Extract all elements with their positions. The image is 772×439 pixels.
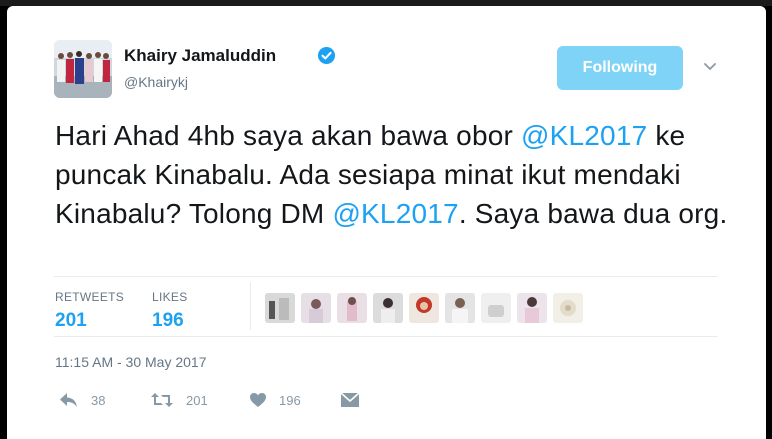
- tweet-text-segment: . Saya bawa dua org.: [458, 198, 728, 229]
- divider: [54, 276, 718, 277]
- liker-avatar[interactable]: [409, 293, 439, 323]
- liker-avatar[interactable]: [301, 293, 331, 323]
- divider: [54, 336, 718, 337]
- liker-avatar[interactable]: [445, 293, 475, 323]
- liker-avatar[interactable]: [265, 293, 295, 323]
- liker-avatar[interactable]: [373, 293, 403, 323]
- liker-avatar[interactable]: [481, 293, 511, 323]
- like-count: 196: [279, 392, 301, 408]
- likes-label: LIKES: [152, 290, 188, 304]
- envelope-icon: [340, 392, 360, 408]
- retweets-label: RETWEETS: [55, 290, 125, 304]
- likes-count: 196: [152, 310, 184, 331]
- reply-count: 38: [91, 392, 106, 408]
- user-handle[interactable]: @Khairykj: [124, 74, 188, 90]
- heart-icon: [249, 392, 267, 408]
- reply-button[interactable]: 38: [59, 392, 105, 408]
- retweet-icon: [150, 392, 174, 408]
- direct-message-button[interactable]: [340, 392, 360, 408]
- tweet-text-segment: Hari Ahad 4hb saya akan bawa obor: [55, 120, 521, 151]
- stats-separator: [250, 282, 251, 330]
- like-button[interactable]: 196: [249, 392, 301, 408]
- liker-avatar[interactable]: [553, 293, 583, 323]
- mention-link[interactable]: @KL2017: [521, 120, 647, 151]
- liker-avatars: [265, 293, 583, 323]
- likes-stat[interactable]: LIKES 196: [152, 290, 188, 332]
- liker-avatar[interactable]: [517, 293, 547, 323]
- retweet-button[interactable]: 201: [150, 392, 208, 408]
- tweet-timestamp[interactable]: 11:15 AM - 30 May 2017: [55, 354, 207, 370]
- retweets-stat[interactable]: RETWEETS 201: [55, 290, 124, 332]
- tweet-card: Khairy Jamaluddin @Khairykj Following Ha…: [7, 6, 766, 439]
- reply-icon: [59, 392, 79, 408]
- tweet-text: Hari Ahad 4hb saya akan bawa obor @KL201…: [55, 116, 735, 233]
- user-name[interactable]: Khairy Jamaluddin: [124, 46, 276, 66]
- liker-avatar[interactable]: [337, 293, 367, 323]
- mention-link[interactable]: @KL2017: [332, 198, 458, 229]
- avatar[interactable]: [54, 40, 112, 98]
- retweet-count: 201: [186, 392, 208, 408]
- verified-badge-icon: [317, 46, 336, 65]
- chevron-down-icon[interactable]: [702, 58, 718, 74]
- retweets-count: 201: [55, 310, 87, 331]
- following-button[interactable]: Following: [557, 46, 683, 90]
